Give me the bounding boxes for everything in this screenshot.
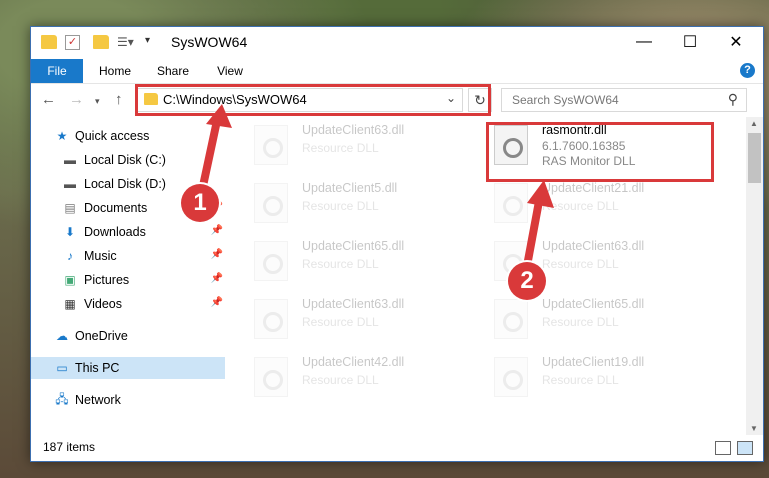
arrow-2-head <box>527 180 554 208</box>
annotation-arrows <box>196 104 554 267</box>
step-badge-2: 2 <box>508 262 546 300</box>
step-badge-1: 1 <box>181 184 219 222</box>
arrow-1-head <box>206 104 232 128</box>
arrow-2 <box>523 195 544 267</box>
